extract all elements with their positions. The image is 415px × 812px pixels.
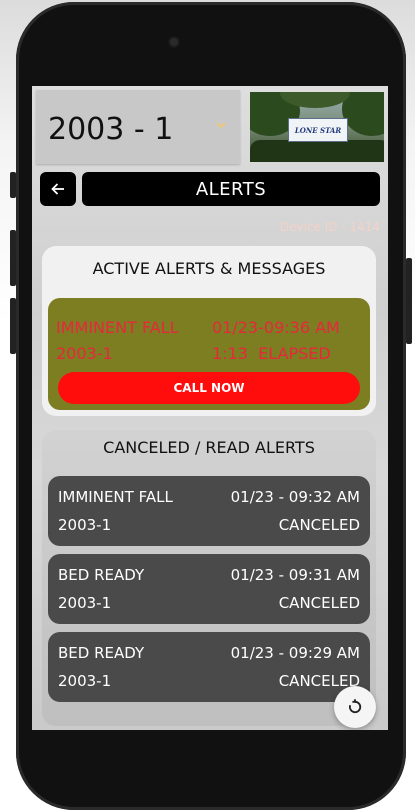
refresh-button[interactable] (334, 686, 376, 728)
facility-sign: LONE STAR (288, 118, 348, 142)
canceled-alert-row[interactable]: IMMINENT FALL 01/23 - 09:32 AM 2003-1 CA… (48, 476, 370, 546)
call-now-label: CALL NOW (173, 381, 245, 395)
alert-type: BED READY (58, 644, 145, 662)
alert-status: CANCELED (278, 516, 360, 534)
facility-photo: LONE STAR (250, 92, 384, 162)
arrow-left-icon (51, 183, 64, 195)
chevron-down-icon (216, 122, 226, 129)
volume-down-button (10, 298, 16, 354)
active-alert-time: 01/23-09:36 AM (212, 318, 340, 337)
active-alerts-title: ACTIVE ALERTS & MESSAGES (92, 259, 326, 278)
alert-type: IMMINENT FALL (58, 488, 173, 506)
active-alert-item[interactable]: IMMINENT FALL 01/23-09:36 AM 2003-1 1:13… (48, 298, 370, 410)
app-screen: 2003 - 1 LONE STAR ALERTS Device ID - 14… (32, 86, 388, 730)
refresh-icon (348, 699, 362, 714)
device-id-label: Device ID - 1414 (279, 220, 380, 234)
back-button[interactable] (40, 172, 76, 206)
alert-type: BED READY (58, 566, 145, 584)
alert-time: 01/23 - 09:31 AM (230, 566, 360, 584)
alert-unit: 2003-1 (58, 594, 112, 612)
alert-time: 01/23 - 09:32 AM (230, 488, 360, 506)
page-title: ALERTS (195, 178, 267, 200)
facility-sign-text: LONE STAR (294, 125, 342, 135)
active-alert-type: IMMINENT FALL (56, 318, 179, 337)
alert-unit: 2003-1 (58, 672, 112, 690)
alert-time: 01/23 - 09:29 AM (230, 644, 360, 662)
canceled-alert-row[interactable]: BED READY 01/23 - 09:29 AM 2003-1 CANCEL… (48, 632, 370, 702)
mute-switch (10, 172, 16, 198)
volume-up-button (10, 230, 16, 286)
canceled-alerts-card: CANCELED / READ ALERTS IMMINENT FALL 01/… (42, 430, 376, 726)
alert-unit: 2003-1 (58, 516, 112, 534)
active-alert-unit: 2003-1 (56, 344, 113, 363)
camera-icon (170, 38, 178, 46)
unit-select[interactable]: 2003 - 1 (36, 90, 240, 164)
power-button (406, 258, 412, 344)
page-title-bar: ALERTS (82, 172, 380, 206)
alert-status: CANCELED (278, 594, 360, 612)
call-now-button[interactable]: CALL NOW (58, 372, 360, 404)
canceled-alerts-title: CANCELED / READ ALERTS (103, 438, 315, 457)
active-alert-elapsed: 1:13 ELAPSED (212, 344, 331, 363)
unit-select-value: 2003 - 1 (48, 112, 174, 147)
canceled-alert-row[interactable]: BED READY 01/23 - 09:31 AM 2003-1 CANCEL… (48, 554, 370, 624)
